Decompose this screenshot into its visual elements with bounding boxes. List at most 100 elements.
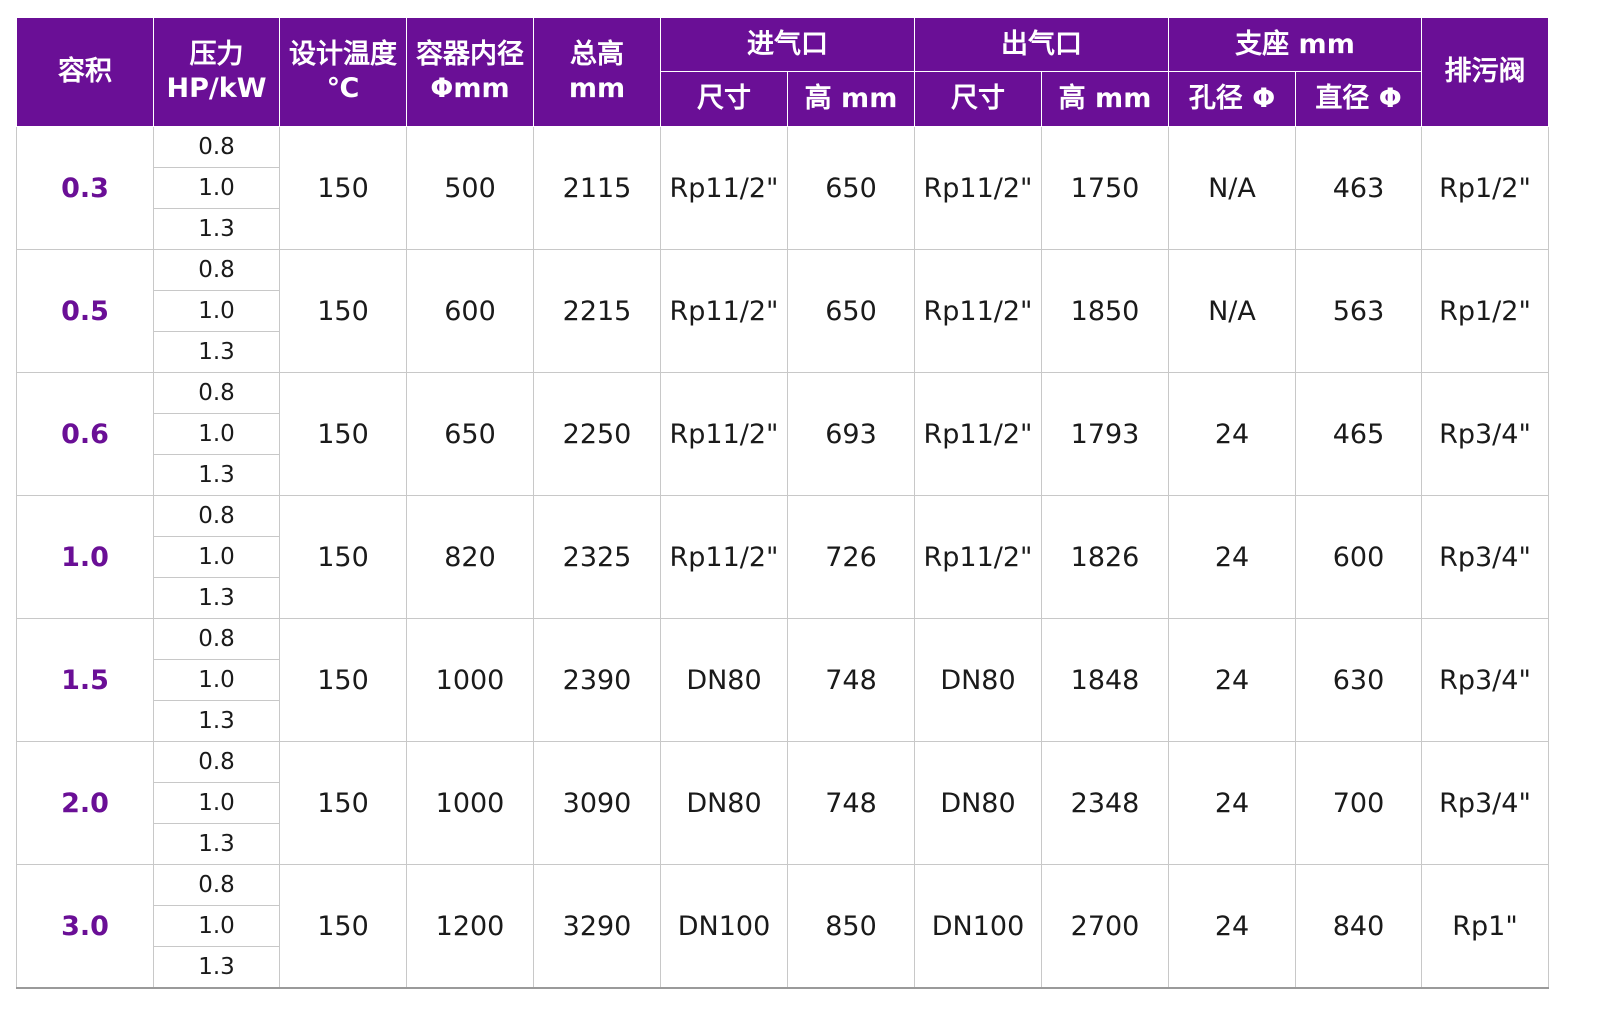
outlet-size-cell: Rp11/2" bbox=[914, 495, 1042, 619]
drain-valve-cell: Rp3/4" bbox=[1421, 618, 1549, 742]
drain-valve-cell: Rp1/2" bbox=[1421, 249, 1549, 373]
total-height-cell: 2390 bbox=[533, 618, 661, 742]
header-outlet-height: 高 mm bbox=[1041, 71, 1169, 127]
volume-cell: 0.3 bbox=[16, 126, 154, 250]
drain-valve-cell: Rp1" bbox=[1421, 864, 1549, 989]
pressure-cell: 1.3 bbox=[153, 454, 280, 496]
pressure-cell: 1.3 bbox=[153, 946, 280, 989]
header-pressure: 压力 HP/kW bbox=[153, 17, 280, 127]
table-body: 0.3 0.8 150 500 2115 Rp11/2" 650 Rp11/2" 1750 N/A… bbox=[16, 126, 1549, 989]
volume-cell: 1.5 bbox=[16, 618, 154, 742]
table-row: 1.0 0.8 150 820 2325 Rp11/2" 726 Rp11/2" 1826 24 6… bbox=[16, 495, 1549, 619]
header-design-temp: 设计温度 ℃ bbox=[279, 17, 407, 127]
outlet-height-cell: 2348 bbox=[1041, 741, 1169, 865]
header-inlet: 进气口 bbox=[660, 17, 915, 72]
pressure-cell: 0.8 bbox=[153, 249, 280, 291]
outlet-height-cell: 1750 bbox=[1041, 126, 1169, 250]
inner-diameter-cell: 650 bbox=[406, 372, 534, 496]
support-diameter-cell: 463 bbox=[1295, 126, 1422, 250]
table-row: 0.5 0.8 150 600 2215 Rp11/2" 650 Rp11/2" 1850 N/A… bbox=[16, 249, 1549, 373]
inner-diameter-cell: 1200 bbox=[406, 864, 534, 989]
header-inner-diameter: 容器内径 Φmm bbox=[406, 17, 534, 127]
outlet-size-cell: Rp11/2" bbox=[914, 372, 1042, 496]
volume-cell: 1.0 bbox=[16, 495, 154, 619]
inlet-height-cell: 650 bbox=[787, 126, 915, 250]
header-volume: 容积 bbox=[16, 17, 154, 127]
hole-diameter-cell: 24 bbox=[1168, 372, 1296, 496]
pressure-cell: 1.0 bbox=[153, 659, 280, 701]
design-temp-cell: 150 bbox=[279, 126, 407, 250]
pressure-cell: 1.3 bbox=[153, 823, 280, 865]
inlet-height-cell: 693 bbox=[787, 372, 915, 496]
pressure-cell: 1.3 bbox=[153, 700, 280, 742]
drain-valve-cell: Rp3/4" bbox=[1421, 741, 1549, 865]
inlet-height-cell: 726 bbox=[787, 495, 915, 619]
pressure-cell: 0.8 bbox=[153, 126, 280, 168]
inlet-height-cell: 650 bbox=[787, 249, 915, 373]
total-height-cell: 3290 bbox=[533, 864, 661, 989]
pressure-cell: 1.0 bbox=[153, 413, 280, 455]
header-outlet-size: 尺寸 bbox=[914, 71, 1042, 127]
header-support: 支座 mm bbox=[1168, 17, 1422, 72]
inlet-size-cell: DN80 bbox=[660, 741, 788, 865]
pressure-cell: 1.3 bbox=[153, 577, 280, 619]
total-height-cell: 2215 bbox=[533, 249, 661, 373]
total-height-cell: 3090 bbox=[533, 741, 661, 865]
inlet-size-cell: DN100 bbox=[660, 864, 788, 989]
design-temp-cell: 150 bbox=[279, 495, 407, 619]
pressure-cell: 0.8 bbox=[153, 372, 280, 414]
inlet-size-cell: DN80 bbox=[660, 618, 788, 742]
outlet-size-cell: DN80 bbox=[914, 741, 1042, 865]
pressure-cell: 0.8 bbox=[153, 618, 280, 660]
inner-diameter-cell: 600 bbox=[406, 249, 534, 373]
volume-cell: 0.5 bbox=[16, 249, 154, 373]
support-diameter-cell: 563 bbox=[1295, 249, 1422, 373]
header-support-diameter: 直径 Φ bbox=[1295, 71, 1422, 127]
support-diameter-cell: 630 bbox=[1295, 618, 1422, 742]
design-temp-cell: 150 bbox=[279, 741, 407, 865]
design-temp-cell: 150 bbox=[279, 864, 407, 989]
header-outlet: 出气口 bbox=[914, 17, 1169, 72]
hole-diameter-cell: 24 bbox=[1168, 741, 1296, 865]
pressure-cell: 1.3 bbox=[153, 208, 280, 250]
table-row: 2.0 0.8 150 1000 3090 DN80 748 DN80 2348 24 700 Rp3… bbox=[16, 741, 1549, 865]
pressure-cell: 1.0 bbox=[153, 290, 280, 332]
support-diameter-cell: 840 bbox=[1295, 864, 1422, 989]
pressure-cell: 1.0 bbox=[153, 167, 280, 209]
total-height-cell: 2115 bbox=[533, 126, 661, 250]
drain-valve-cell: Rp3/4" bbox=[1421, 372, 1549, 496]
table-row: 1.5 0.8 150 1000 2390 DN80 748 DN80 1848 24 630 Rp3… bbox=[16, 618, 1549, 742]
inner-diameter-cell: 1000 bbox=[406, 618, 534, 742]
inlet-height-cell: 748 bbox=[787, 618, 915, 742]
outlet-size-cell: Rp11/2" bbox=[914, 126, 1042, 250]
hole-diameter-cell: N/A bbox=[1168, 126, 1296, 250]
header-hole-diameter: 孔径 Φ bbox=[1168, 71, 1296, 127]
outlet-size-cell: Rp11/2" bbox=[914, 249, 1042, 373]
hole-diameter-cell: 24 bbox=[1168, 618, 1296, 742]
hole-diameter-cell: N/A bbox=[1168, 249, 1296, 373]
pressure-cell: 1.0 bbox=[153, 782, 280, 824]
total-height-cell: 2250 bbox=[533, 372, 661, 496]
volume-cell: 3.0 bbox=[16, 864, 154, 989]
volume-cell: 0.6 bbox=[16, 372, 154, 496]
outlet-height-cell: 1793 bbox=[1041, 372, 1169, 496]
inlet-height-cell: 748 bbox=[787, 741, 915, 865]
hole-diameter-cell: 24 bbox=[1168, 864, 1296, 989]
outlet-height-cell: 2700 bbox=[1041, 864, 1169, 989]
pressure-cell: 1.0 bbox=[153, 536, 280, 578]
inner-diameter-cell: 820 bbox=[406, 495, 534, 619]
support-diameter-cell: 465 bbox=[1295, 372, 1422, 496]
outlet-size-cell: DN80 bbox=[914, 618, 1042, 742]
inlet-size-cell: Rp11/2" bbox=[660, 372, 788, 496]
header-drain-valve: 排污阀 bbox=[1421, 17, 1549, 127]
inlet-size-cell: Rp11/2" bbox=[660, 495, 788, 619]
header-total-height: 总高 mm bbox=[533, 17, 661, 127]
design-temp-cell: 150 bbox=[279, 249, 407, 373]
total-height-cell: 2325 bbox=[533, 495, 661, 619]
outlet-size-cell: DN100 bbox=[914, 864, 1042, 989]
pressure-cell: 0.8 bbox=[153, 495, 280, 537]
hole-diameter-cell: 24 bbox=[1168, 495, 1296, 619]
table-row: 0.6 0.8 150 650 2250 Rp11/2" 693 Rp11/2" 1793 24 4… bbox=[16, 372, 1549, 496]
inlet-size-cell: Rp11/2" bbox=[660, 249, 788, 373]
volume-cell: 2.0 bbox=[16, 741, 154, 865]
